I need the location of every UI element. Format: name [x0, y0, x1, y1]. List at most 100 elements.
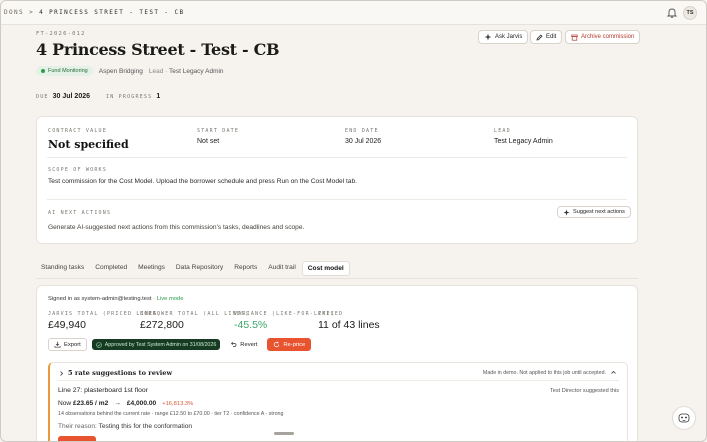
rate-suggestions-title: 5 rate suggestions to review: [68, 369, 173, 377]
revert-button[interactable]: Revert: [225, 338, 262, 351]
export-button[interactable]: Export: [48, 338, 87, 351]
app-window: DONS > 4 PRINCESS STREET - TEST - CB TS …: [0, 0, 707, 442]
archive-commission-button[interactable]: Archive commission: [565, 30, 641, 44]
divider: [47, 157, 627, 158]
live-mode-indicator: · Live mode: [153, 296, 184, 302]
tab-cost-model[interactable]: Cost model: [301, 261, 350, 276]
lead-name: Test Legacy Admin: [168, 67, 224, 75]
commission-meta: Fund Monitoring Aspen Bridging Lead · Te…: [36, 66, 224, 76]
stat-priced: PRICED 11 of 43 lines: [318, 311, 380, 331]
end-date-label: END DATE: [345, 128, 379, 134]
stat-value: £49,940: [48, 319, 86, 331]
rate-suggestions-note-row: Made in demo. Not applied to this job un…: [483, 369, 617, 376]
commission-reference: FT-2026-012: [36, 31, 86, 37]
rate-suggestions-header[interactable]: 5 rate suggestions to review: [58, 369, 172, 377]
divider: [47, 199, 627, 200]
signed-in-user: system-admin@testing.test: [81, 296, 152, 302]
due-label: DUE: [36, 94, 49, 100]
scope-label: SCOPE OF WORKS: [48, 167, 107, 173]
reprice-label: Re-price: [283, 341, 306, 348]
suggestion-reason: Their reason: Testing this for the confo…: [58, 423, 192, 430]
sparkle-icon: [484, 33, 492, 41]
end-date: 30 Jul 2026: [345, 138, 382, 145]
sparkle-icon: [563, 208, 570, 216]
end-date-field: END DATE 30 Jul 2026: [345, 128, 381, 145]
suggestion-observations: 14 observations behind the current rate …: [58, 411, 284, 417]
lead-label: Lead ·: [148, 67, 168, 75]
tab-audit-trail[interactable]: Audit trail: [263, 261, 301, 276]
bell-icon[interactable]: [667, 7, 677, 18]
ai-actions-text: Generate AI-suggested next actions from …: [48, 224, 305, 231]
breadcrumb: DONS > 4 PRINCESS STREET - TEST - CB: [4, 9, 184, 16]
scrollbar[interactable]: [274, 432, 294, 435]
page-title: 4 Princess Street - Test - CB: [36, 40, 280, 59]
stat-value: 11 of 43 lines: [318, 319, 380, 331]
commission-info-card: CONTRACT VALUE Not specified START DATE …: [36, 116, 638, 244]
ask-jarvis-label: Ask Jarvis: [495, 34, 523, 40]
top-bar: DONS > 4 PRINCESS STREET - TEST - CB TS: [1, 1, 706, 25]
export-label: Export: [64, 341, 81, 348]
divider: [58, 380, 619, 381]
revert-label: Revert: [240, 341, 258, 348]
start-date-field: START DATE Not set: [197, 128, 239, 145]
pencil-icon: [536, 34, 543, 41]
tab-bar: Standing tasks Completed Meetings Data R…: [36, 261, 351, 276]
edit-label: Edit: [546, 34, 557, 40]
stat-value: -45.5%: [234, 319, 268, 331]
suggestion-line-title: Line 27: plasterboard 1st floor: [58, 387, 148, 394]
breadcrumb-prev[interactable]: DONS: [4, 9, 24, 16]
arrow-right-icon: →: [114, 400, 121, 407]
check-circle-icon: [95, 341, 102, 348]
assistant-helper-button[interactable]: [672, 406, 696, 430]
archive-label: Archive commission: [581, 34, 635, 40]
scope-text: Test commission for the Cost Model. Uplo…: [48, 178, 357, 185]
lead-field-label: LEAD: [494, 128, 511, 134]
contract-value-field: CONTRACT VALUE Not specified: [48, 128, 129, 151]
start-date-label: START DATE: [197, 128, 240, 134]
suggest-next-actions-button[interactable]: Suggest next actions: [557, 206, 631, 218]
stat-label: PRICED: [318, 311, 344, 317]
approved-badge: Approved by Test System Admin on 31/08/2…: [91, 339, 221, 350]
signed-in-status: Signed in as system-admin@testing.test ·…: [48, 296, 183, 302]
suggestion-author: Test Director suggested this: [549, 388, 619, 394]
suggest-next-actions-label: Suggest next actions: [573, 209, 625, 215]
tab-meetings[interactable]: Meetings: [133, 261, 170, 276]
tab-reports[interactable]: Reports: [229, 261, 262, 276]
due-row: DUE 30 Jul 2026 IN PROGRESS 1: [36, 93, 160, 100]
undo-icon: [231, 341, 237, 347]
divider: [36, 278, 638, 279]
tab-data-repository[interactable]: Data Repository: [171, 261, 228, 276]
accept-button[interactable]: [58, 436, 96, 441]
old-rate: £23.65 / m2: [73, 400, 109, 407]
in-progress-count: 1: [156, 93, 161, 100]
lead-field-value: Test Legacy Admin: [494, 138, 553, 145]
due-date: 30 Jul 2026: [52, 93, 91, 100]
contract-value-label: CONTRACT VALUE: [48, 128, 107, 134]
tab-completed[interactable]: Completed: [90, 261, 132, 276]
lead-field: LEAD Test Legacy Admin: [494, 128, 553, 145]
edit-button[interactable]: Edit: [530, 30, 563, 44]
stat-value: £272,800: [140, 319, 184, 331]
now-label: Now: [58, 400, 72, 407]
start-date: Not set: [197, 138, 220, 145]
reprice-button[interactable]: Re-price: [267, 338, 312, 351]
tab-standing-tasks[interactable]: Standing tasks: [36, 261, 89, 276]
avatar[interactable]: TS: [683, 6, 697, 20]
new-rate: £4,000.00: [126, 400, 157, 407]
breadcrumb-current: 4 PRINCESS STREET - TEST - CB: [39, 9, 185, 16]
download-icon: [54, 341, 61, 348]
change-percent: +16,813.3%: [162, 401, 194, 407]
ask-jarvis-button[interactable]: Ask Jarvis: [478, 30, 529, 44]
status-badge: Fund Monitoring: [36, 66, 93, 76]
cost-model-card: Signed in as system-admin@testing.test ·…: [36, 285, 638, 441]
breadcrumb-separator: >: [29, 9, 35, 16]
ai-actions-label: AI NEXT ACTIONS: [48, 210, 112, 216]
in-progress-label: IN PROGRESS: [106, 94, 153, 100]
chevron-up-icon[interactable]: [610, 369, 617, 376]
rate-suggestions-panel: 5 rate suggestions to review Made in dem…: [48, 362, 628, 441]
reason-text: Testing this for the conformation: [98, 423, 193, 430]
cost-model-actions: Export Approved by Test System Admin on …: [48, 338, 312, 351]
status-dot-icon: [41, 69, 45, 73]
contract-value: Not specified: [48, 138, 129, 151]
refresh-icon: [274, 341, 280, 348]
